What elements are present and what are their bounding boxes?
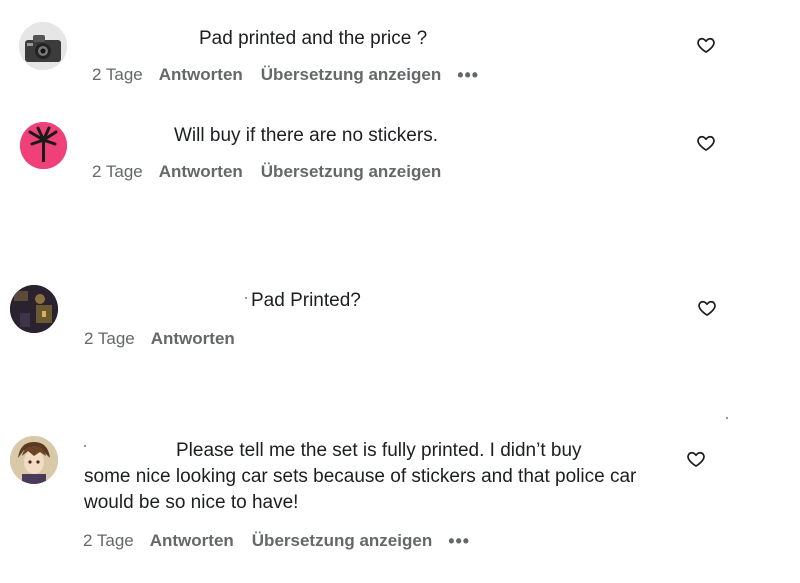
comment-time[interactable]: 2 Tage [92,161,143,183]
comment-text-line: some nice looking car sets because of st… [84,466,637,513]
comment-item: Pad printed and the price ? 2 Tage Antwo… [0,0,800,95]
show-translation-button[interactable]: Übersetzung anzeigen [261,64,441,86]
comment-text: Will buy if there are no stickers. [174,125,438,146]
comment-meta: 2 Tage Antworten Übersetzung anzeigen [92,161,459,183]
reply-button[interactable]: Antworten [151,328,235,350]
avatar[interactable] [19,22,67,70]
avatar[interactable] [10,436,58,484]
reply-button[interactable]: Antworten [150,530,234,552]
like-heart-icon[interactable] [697,298,717,318]
comment-text: Please tell me the set is fully printed.… [84,438,674,516]
comment-time[interactable]: 2 Tage [84,328,135,350]
palm-tree-avatar-icon [20,122,67,169]
comment-item: Will buy if there are no stickers. 2 Tag… [0,95,800,195]
comment-meta: 2 Tage Antworten [84,328,253,350]
show-translation-button[interactable]: Übersetzung anzeigen [261,161,441,183]
like-heart-icon[interactable] [696,35,716,55]
like-heart-icon[interactable] [696,133,716,153]
anime-character-avatar-icon [10,436,58,484]
comment-item: Please tell me the set is fully printed.… [0,425,800,583]
comment-meta: 2 Tage Antworten Übersetzung anzeigen ••… [92,64,479,86]
separator-dot [726,417,728,419]
comment-time[interactable]: 2 Tage [92,64,143,86]
comment-text: Pad printed and the price ? [199,28,428,49]
comment-text-line: Please tell me the set is fully printed.… [176,440,582,461]
more-options-icon[interactable]: ••• [448,530,470,552]
comment-time[interactable]: 2 Tage [83,530,134,552]
separator-dot [245,297,247,299]
comment-item: Pad Printed? 2 Tage Antworten [0,270,800,360]
reply-button[interactable]: Antworten [159,161,243,183]
show-translation-button[interactable]: Übersetzung anzeigen [252,530,432,552]
like-heart-icon[interactable] [686,449,706,469]
reply-button[interactable]: Antworten [159,64,243,86]
camera-avatar-icon [19,22,67,70]
comment-text: Pad Printed? [251,290,361,311]
avatar[interactable] [20,122,67,169]
dark-photo-avatar-icon [10,285,58,333]
comment-meta: 2 Tage Antworten Übersetzung anzeigen ••… [83,530,470,552]
avatar[interactable] [10,285,58,333]
more-options-icon[interactable]: ••• [457,64,479,86]
